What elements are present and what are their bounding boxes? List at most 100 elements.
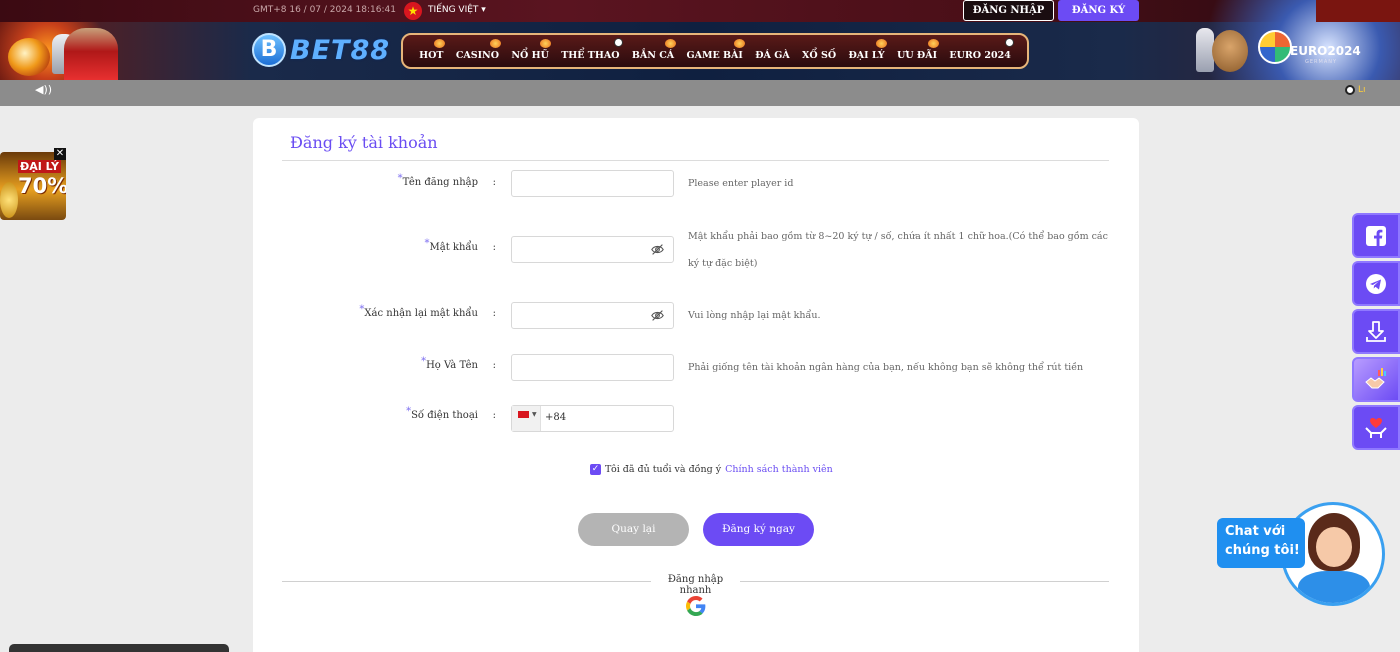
telegram-button[interactable]: [1352, 261, 1400, 306]
fullname-input[interactable]: [512, 355, 673, 380]
chat-bubble[interactable]: Chat với chúng tôi!: [1217, 518, 1305, 568]
close-icon[interactable]: ✕: [54, 148, 66, 160]
eye-slash-icon[interactable]: [651, 243, 664, 256]
euro-logo-icon[interactable]: [1258, 30, 1292, 64]
terms-text: Tôi đã đủ tuổi và đồng ý: [605, 464, 722, 475]
register-card: Đăng ký tài khoản *Tên đăng nhập: Please…: [253, 118, 1139, 652]
member-policy-link[interactable]: Chính sách thành viên: [725, 464, 833, 475]
ticker-dot-icon: [1345, 85, 1355, 95]
coin-stack-icon: [0, 182, 18, 218]
fullname-label: *Họ Và Tên:: [421, 356, 496, 371]
nav-item-euro-2024[interactable]: EURO 2024: [949, 37, 1014, 61]
agent-button[interactable]: [1352, 357, 1400, 402]
nav-item-game-bai[interactable]: GAME BÀI: [686, 38, 745, 61]
logo-text: BET88: [290, 34, 391, 66]
fire-badge-icon: [490, 38, 502, 48]
confirm-password-input[interactable]: [512, 303, 673, 328]
fullname-hint: Phải giống tên tài khoản ngân hàng của b…: [688, 362, 1084, 373]
logo-mark-icon: B: [252, 33, 286, 67]
username-field[interactable]: [511, 170, 674, 197]
agent-ad-percent: 70%: [18, 174, 66, 198]
confirm-password-hint: Vui lòng nhập lại mật khẩu.: [688, 310, 821, 321]
server-time: GMT+8 16 / 07 / 2024 18:16:41: [253, 5, 396, 15]
terms-checkbox[interactable]: ✓: [590, 464, 601, 475]
phone-label: *Số điện thoại:: [406, 406, 496, 421]
download-icon: [1366, 320, 1386, 342]
soccer-ball-icon: [613, 37, 623, 47]
google-icon[interactable]: [686, 596, 706, 616]
caret-down-icon: ▼: [532, 411, 537, 418]
agent-promo-ad[interactable]: ĐẠI LÝ 70%: [0, 152, 66, 220]
soccer-ball-icon: [1004, 37, 1014, 47]
quick-login-title: Đăng nhập nhanh: [667, 574, 724, 596]
country-code-dropdown[interactable]: ▼: [512, 406, 541, 431]
nav-item-da-ga[interactable]: ĐÁ GÀ: [755, 42, 789, 61]
login-button[interactable]: ĐĂNG NHẬP: [963, 0, 1054, 21]
vietnam-flag-icon[interactable]: ★: [404, 2, 422, 20]
username-hint: Please enter player id: [688, 178, 794, 189]
nav-item-xo-so[interactable]: XỔ SỐ: [802, 42, 836, 61]
required-mark-icon: *: [424, 238, 430, 249]
euro-banner-subtext: GERMANY: [1305, 59, 1338, 65]
vietnam-flag-icon: [518, 411, 529, 418]
nav-item-hot[interactable]: HOT: [419, 38, 446, 61]
nav-item-ban-ca[interactable]: BẮN CÁ: [632, 38, 677, 61]
back-button[interactable]: Quay lại: [578, 513, 689, 546]
password-label: *Mật khẩu:: [424, 238, 496, 253]
required-mark-icon: *: [421, 356, 427, 367]
ticker-text: Lı: [1358, 85, 1366, 95]
fire-badge-icon: [875, 38, 887, 48]
nav-item-no-hu[interactable]: NỔ HŨ: [511, 38, 551, 61]
register-button[interactable]: ĐĂNG KÝ: [1058, 0, 1139, 21]
required-mark-icon: *: [406, 406, 412, 417]
care-button[interactable]: [1352, 405, 1400, 450]
euro-banner-text: EURO2024: [1290, 44, 1361, 58]
euro-mascot-image: [1212, 30, 1248, 72]
phone-input[interactable]: +84: [545, 412, 566, 423]
password-hint-line1: Mật khẩu phải bao gồm từ 8~20 ký tự / số…: [688, 231, 1108, 242]
chat-widget[interactable]: Chat với chúng tôi!: [1217, 500, 1385, 608]
nav-item-casino[interactable]: CASINO: [456, 38, 502, 61]
required-mark-icon: *: [359, 304, 365, 315]
facebook-icon: [1366, 225, 1386, 246]
password-input[interactable]: [512, 237, 673, 262]
register-now-button[interactable]: Đăng ký ngay: [703, 513, 814, 546]
nav-item-uu-dai[interactable]: ƯU ĐÃI: [897, 38, 940, 61]
agent-handshake-icon: [1365, 367, 1386, 388]
username-input[interactable]: [512, 171, 673, 196]
chat-text-line1: Chat với: [1225, 524, 1286, 539]
nav-item-the-thao[interactable]: THỂ THAO: [561, 37, 623, 61]
username-label: *Tên đăng nhập:: [397, 173, 496, 188]
fire-badge-icon: [665, 38, 677, 48]
chat-text-line2: chúng tôi!: [1225, 543, 1300, 558]
heart-hands-icon: [1365, 417, 1387, 438]
bottom-toolbar: [9, 644, 229, 652]
language-selector[interactable]: TIẾNG VIỆT ▾: [428, 5, 486, 15]
download-button[interactable]: [1352, 309, 1400, 354]
quick-login-divider-left: [282, 581, 651, 582]
announcement-ticker: Lı: [1345, 85, 1366, 95]
title-divider: [282, 160, 1109, 161]
speaker-icon[interactable]: ◀)): [35, 83, 52, 96]
avatar-body: [1298, 571, 1370, 603]
page-title: Đăng ký tài khoản: [290, 133, 438, 152]
confirm-password-label: *Xác nhận lại mật khẩu:: [359, 304, 496, 319]
confirm-password-field[interactable]: [511, 302, 674, 329]
fire-badge-icon: [539, 38, 551, 48]
facebook-button[interactable]: [1352, 213, 1400, 258]
eye-slash-icon[interactable]: [651, 309, 664, 322]
password-hint-line2: ký tự đặc biệt): [688, 258, 758, 269]
site-logo[interactable]: B BET88: [252, 30, 390, 70]
phone-field[interactable]: ▼ +84: [511, 405, 674, 432]
header-corner-block: [1316, 0, 1400, 22]
required-mark-icon: *: [397, 173, 403, 184]
quick-login-divider-right: [740, 581, 1109, 582]
agent-ad-title: ĐẠI LÝ: [18, 160, 61, 173]
fullname-field[interactable]: [511, 354, 674, 381]
terms-agreement: ✓ Tôi đã đủ tuổi và đồng ý Chính sách th…: [590, 464, 833, 475]
main-nav: HOT CASINO NỔ HŨ THỂ THAO BẮN CÁ GAME BÀ…: [401, 33, 1029, 69]
site-header: GMT+8 16 / 07 / 2024 18:16:41 ★ TIẾNG VI…: [0, 0, 1400, 80]
password-field[interactable]: [511, 236, 674, 263]
nav-item-dai-ly[interactable]: ĐẠI LÝ: [848, 38, 887, 61]
fire-badge-icon: [733, 38, 745, 48]
